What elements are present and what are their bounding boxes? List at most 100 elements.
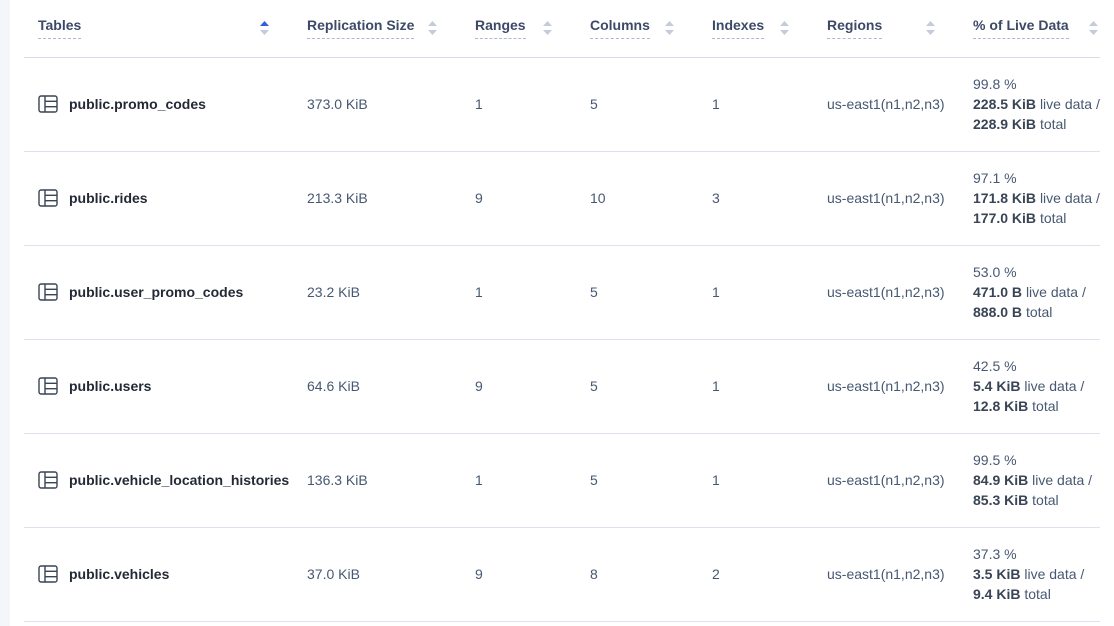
table-name-link[interactable]: public.user_promo_codes xyxy=(69,284,243,300)
column-label-replication-size: Replication Size xyxy=(307,17,414,39)
table-icon xyxy=(38,283,58,301)
table-icon xyxy=(38,565,58,583)
live-data-size: 5.4 KiB live data / xyxy=(973,376,1100,396)
indexes-cell: 1 xyxy=(712,433,827,527)
sort-icon xyxy=(428,21,437,35)
table-row[interactable]: public.vehicle_location_histories 136.3 … xyxy=(24,433,1100,527)
table-icon xyxy=(38,471,58,489)
ranges-cell: 9 xyxy=(475,527,590,621)
live-data-cell: 99.8 % 228.5 KiB live data / 228.9 KiB t… xyxy=(973,57,1100,151)
sort-icon xyxy=(543,21,552,35)
sort-icon xyxy=(926,21,935,35)
indexes-cell: 1 xyxy=(712,245,827,339)
regions-cell: us-east1(n1,n2,n3) xyxy=(827,527,973,621)
live-data-total: 888.0 B total xyxy=(973,302,1100,322)
indexes-cell: 2 xyxy=(712,527,827,621)
column-label-columns: Columns xyxy=(590,17,650,39)
live-data-percent: 99.8 % xyxy=(973,74,1100,94)
regions-cell: us-east1(n1,n2,n3) xyxy=(827,151,973,245)
sort-icon xyxy=(1089,21,1098,35)
live-data-percent: 37.3 % xyxy=(973,544,1100,564)
regions-cell: us-east1(n1,n2,n3) xyxy=(827,339,973,433)
replication-size-cell: 23.2 KiB xyxy=(307,245,475,339)
tables-body: public.promo_codes 373.0 KiB 1 5 1 us-ea… xyxy=(24,57,1100,621)
replication-size-cell: 37.0 KiB xyxy=(307,527,475,621)
table-icon xyxy=(38,95,58,113)
table-name-link[interactable]: public.rides xyxy=(69,190,148,206)
tables-table: Tables Replication Size xyxy=(24,0,1100,622)
column-header-ranges[interactable]: Ranges xyxy=(475,0,590,57)
live-data-size: 228.5 KiB live data / xyxy=(973,94,1100,114)
ranges-cell: 1 xyxy=(475,57,590,151)
regions-cell: us-east1(n1,n2,n3) xyxy=(827,57,973,151)
table-name-cell: public.users xyxy=(24,339,307,433)
live-data-total: 228.9 KiB total xyxy=(973,114,1100,134)
sort-icon xyxy=(780,21,789,35)
live-data-percent: 42.5 % xyxy=(973,356,1100,376)
table-name-link[interactable]: public.promo_codes xyxy=(69,96,206,112)
live-data-percent: 99.5 % xyxy=(973,450,1100,470)
ranges-cell: 9 xyxy=(475,339,590,433)
live-data-percent: 97.1 % xyxy=(973,168,1100,188)
replication-size-cell: 64.6 KiB xyxy=(307,339,475,433)
live-data-cell: 37.3 % 3.5 KiB live data / 9.4 KiB total xyxy=(973,527,1100,621)
table-row[interactable]: public.rides 213.3 KiB 9 10 3 us-east1(n… xyxy=(24,151,1100,245)
table-name-cell: public.user_promo_codes xyxy=(24,245,307,339)
table-name-link[interactable]: public.vehicles xyxy=(69,566,169,582)
columns-cell: 5 xyxy=(590,433,712,527)
column-label-regions: Regions xyxy=(827,17,882,39)
regions-cell: us-east1(n1,n2,n3) xyxy=(827,245,973,339)
live-data-cell: 42.5 % 5.4 KiB live data / 12.8 KiB tota… xyxy=(973,339,1100,433)
indexes-cell: 3 xyxy=(712,151,827,245)
replication-size-cell: 373.0 KiB xyxy=(307,57,475,151)
live-data-total: 85.3 KiB total xyxy=(973,490,1100,510)
column-header-indexes[interactable]: Indexes xyxy=(712,0,827,57)
regions-cell: us-east1(n1,n2,n3) xyxy=(827,433,973,527)
ranges-cell: 9 xyxy=(475,151,590,245)
column-header-regions[interactable]: Regions xyxy=(827,0,973,57)
table-icon xyxy=(38,189,58,207)
table-name-cell: public.vehicle_location_histories xyxy=(24,433,307,527)
live-data-cell: 97.1 % 171.8 KiB live data / 177.0 KiB t… xyxy=(973,151,1100,245)
table-name-cell: public.vehicles xyxy=(24,527,307,621)
column-header-tables[interactable]: Tables xyxy=(24,0,307,57)
ranges-cell: 1 xyxy=(475,245,590,339)
table-row[interactable]: public.users 64.6 KiB 9 5 1 us-east1(n1,… xyxy=(24,339,1100,433)
table-name-link[interactable]: public.vehicle_location_histories xyxy=(69,472,289,488)
table-row[interactable]: public.promo_codes 373.0 KiB 1 5 1 us-ea… xyxy=(24,57,1100,151)
column-header-live-data[interactable]: % of Live Data xyxy=(973,0,1100,57)
live-data-percent: 53.0 % xyxy=(973,262,1100,282)
live-data-total: 9.4 KiB total xyxy=(973,584,1100,604)
live-data-cell: 53.0 % 471.0 B live data / 888.0 B total xyxy=(973,245,1100,339)
live-data-size: 3.5 KiB live data / xyxy=(973,564,1100,584)
table-row[interactable]: public.user_promo_codes 23.2 KiB 1 5 1 u… xyxy=(24,245,1100,339)
live-data-total: 177.0 KiB total xyxy=(973,208,1100,228)
table-header-row: Tables Replication Size xyxy=(24,0,1100,57)
live-data-size: 171.8 KiB live data / xyxy=(973,188,1100,208)
sort-icon xyxy=(260,21,269,35)
table-name-cell: public.promo_codes xyxy=(24,57,307,151)
table-row[interactable]: public.vehicles 37.0 KiB 9 8 2 us-east1(… xyxy=(24,527,1100,621)
columns-cell: 5 xyxy=(590,245,712,339)
columns-cell: 8 xyxy=(590,527,712,621)
columns-cell: 5 xyxy=(590,339,712,433)
ranges-cell: 1 xyxy=(475,433,590,527)
columns-cell: 5 xyxy=(590,57,712,151)
replication-size-cell: 213.3 KiB xyxy=(307,151,475,245)
table-icon xyxy=(38,377,58,395)
replication-size-cell: 136.3 KiB xyxy=(307,433,475,527)
tables-list-card: Tables Replication Size xyxy=(10,0,1114,626)
live-data-size: 471.0 B live data / xyxy=(973,282,1100,302)
column-header-columns[interactable]: Columns xyxy=(590,0,712,57)
live-data-total: 12.8 KiB total xyxy=(973,396,1100,416)
indexes-cell: 1 xyxy=(712,339,827,433)
live-data-cell: 99.5 % 84.9 KiB live data / 85.3 KiB tot… xyxy=(973,433,1100,527)
column-label-ranges: Ranges xyxy=(475,17,526,39)
indexes-cell: 1 xyxy=(712,57,827,151)
columns-cell: 10 xyxy=(590,151,712,245)
column-header-replication-size[interactable]: Replication Size xyxy=(307,0,475,57)
sort-icon xyxy=(665,21,674,35)
table-name-link[interactable]: public.users xyxy=(69,378,151,394)
table-name-cell: public.rides xyxy=(24,151,307,245)
live-data-size: 84.9 KiB live data / xyxy=(973,470,1100,490)
